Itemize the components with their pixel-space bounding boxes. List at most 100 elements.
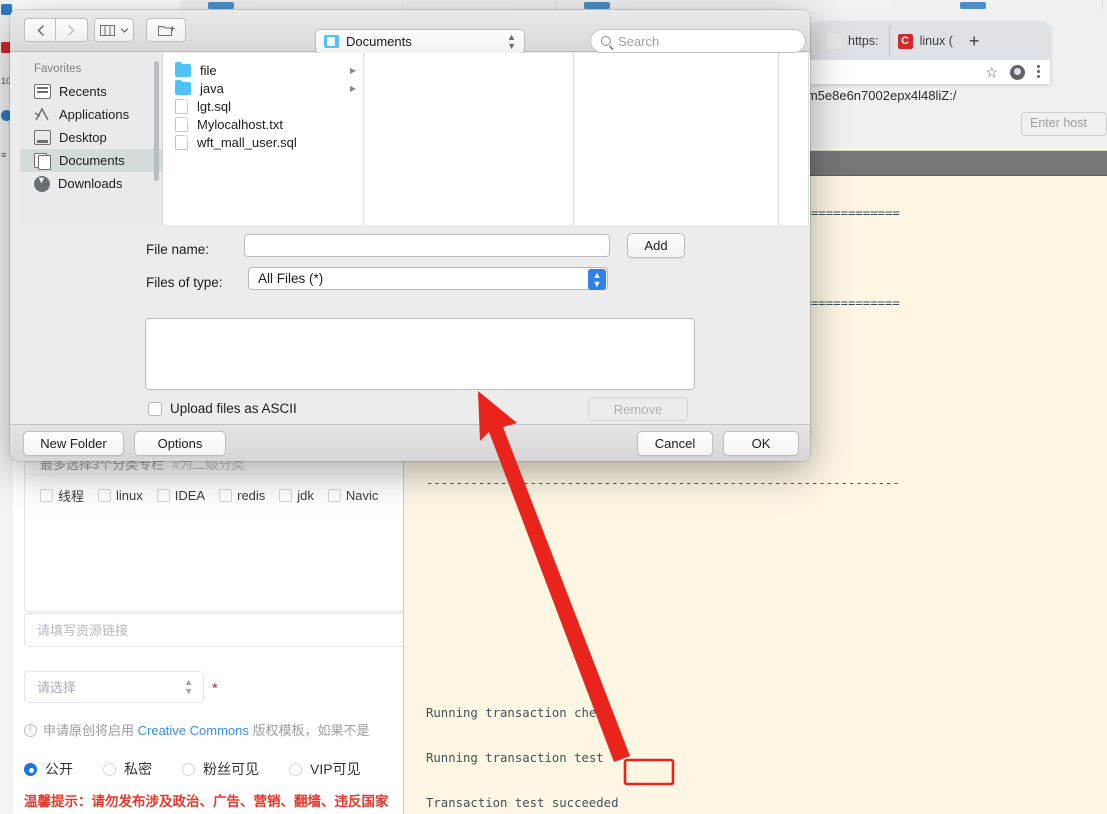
files-of-type-label: Files of type: — [146, 275, 223, 290]
file-column-2[interactable] — [364, 53, 574, 225]
visibility-option-public[interactable]: 公开 — [24, 759, 73, 779]
browser-tab-1[interactable]: C linux ( — [888, 26, 961, 56]
visibility-option-private[interactable]: 私密 — [103, 759, 152, 779]
creative-commons-notice: 申请原创将启用 Creative Commons 版权模板，如果不是 — [24, 720, 370, 739]
checkbox-icon[interactable] — [40, 489, 53, 502]
sidebar-item-documents[interactable]: Documents — [20, 149, 162, 172]
search-input[interactable]: Search — [590, 29, 806, 53]
visibility-option-vip[interactable]: VIP可见 — [289, 759, 361, 779]
tag-label: linux — [116, 488, 143, 503]
stepper-icon[interactable]: ▲ ▼ — [184, 678, 193, 696]
radio-icon[interactable] — [289, 762, 302, 776]
cc-suffix: 版权模板，如果不是 — [248, 723, 370, 738]
chevron-right-icon — [68, 24, 75, 36]
add-button[interactable]: Add — [627, 233, 685, 258]
file-row[interactable]: java ▶ — [163, 79, 363, 97]
checkbox-icon[interactable] — [148, 401, 162, 416]
browser-tab-label: https: — [848, 34, 879, 48]
file-row[interactable]: Mylocalhost.txt — [163, 115, 363, 133]
files-of-type-select[interactable]: All Files (*) ▲ ▼ — [248, 267, 608, 290]
tag-checkbox-5[interactable]: Navic — [327, 488, 378, 503]
file-icon — [175, 98, 188, 114]
file-name: java — [200, 80, 224, 96]
cc-prefix: 申请原创将启用 — [43, 723, 138, 738]
radio-icon-selected[interactable] — [24, 762, 37, 776]
tag-checkbox-1[interactable]: linux — [98, 488, 143, 503]
resource-link-input[interactable]: 请填写资源链接 — [24, 613, 420, 647]
new-folder-button[interactable]: New Folder — [23, 431, 124, 456]
checkbox-icon[interactable] — [327, 489, 341, 502]
file-column-1: file ▶ java ▶ lgt.sql Mylocalhost.txt wf… — [163, 53, 364, 225]
file-row[interactable]: file ▶ — [163, 61, 363, 79]
file-row[interactable]: lgt.sql — [163, 97, 363, 115]
upload-ascii-checkbox[interactable]: Upload files as ASCII — [148, 401, 297, 416]
ok-button[interactable]: OK — [723, 431, 799, 456]
tag-checkbox-0[interactable]: 线程 — [40, 486, 84, 505]
sidebar-item-desktop[interactable]: Desktop — [20, 126, 162, 149]
cloud-share-icon — [826, 33, 841, 49]
dialog-footer: New Folder Options Cancel OK — [10, 424, 810, 461]
documents-icon — [34, 153, 51, 170]
favorites-sidebar: Favorites Recents Applications Desktop D… — [20, 53, 163, 225]
file-column-4[interactable] — [779, 53, 809, 225]
cc-link[interactable]: Creative Commons — [138, 723, 249, 738]
options-button[interactable]: Options — [134, 431, 226, 456]
file-icon — [175, 134, 188, 150]
files-of-type-value: All Files (*) — [258, 271, 324, 286]
stepper-icon[interactable]: ▲ ▼ — [507, 32, 516, 51]
visibility-option-fans[interactable]: 粉丝可见 — [182, 759, 259, 779]
radio-label: 私密 — [124, 761, 152, 777]
radio-icon[interactable] — [103, 762, 116, 776]
tag-checkbox-2[interactable]: IDEA — [156, 488, 205, 503]
back-button[interactable] — [24, 18, 56, 42]
file-row[interactable]: wft_mall_user.sql — [163, 133, 363, 151]
forward-button[interactable] — [56, 18, 88, 42]
stepper-icon[interactable]: ▲ ▼ — [588, 269, 606, 290]
sidebar-item-label: Downloads — [58, 176, 123, 191]
navigation-buttons — [24, 18, 88, 42]
kebab-menu-icon[interactable] — [1037, 65, 1040, 79]
csdn-icon: C — [897, 33, 913, 49]
radio-label: 粉丝可见 — [203, 761, 259, 777]
category-select[interactable]: 请选择 ▲ ▼ — [24, 671, 204, 703]
browser-tab-label: linux ( — [919, 34, 953, 48]
recents-icon — [34, 84, 51, 99]
terminal-line: Transaction test succeeded — [426, 796, 619, 810]
path-popup-label: Documents — [346, 34, 412, 49]
radio-label: VIP可见 — [310, 761, 361, 777]
files-to-send-list[interactable] — [145, 318, 695, 390]
browser-tab-0[interactable]: https: — [818, 26, 887, 56]
file-name-input[interactable] — [244, 234, 610, 257]
sidebar-scrollbar[interactable] — [154, 61, 159, 181]
sidebar-item-label: Applications — [59, 107, 130, 122]
checkbox-icon[interactable] — [279, 489, 293, 502]
tag-checkbox-3[interactable]: redis — [219, 488, 265, 503]
new-tab-icon[interactable]: + — [963, 31, 980, 52]
star-icon[interactable]: ☆ — [985, 64, 998, 81]
new-folder-toolbar-button[interactable] — [146, 18, 186, 42]
screen: 最多选择3个分类专栏 #为二级分类 线程 linux IDEA redis jdk… — [0, 0, 1107, 814]
chevron-right-icon: ▶ — [349, 83, 356, 93]
host-input[interactable]: Enter host — [1021, 112, 1107, 136]
checkbox-icon[interactable] — [219, 489, 233, 502]
checkbox-icon[interactable] — [98, 489, 112, 502]
sidebar-item-recents[interactable]: Recents — [20, 80, 162, 103]
file-column-3[interactable] — [574, 53, 779, 225]
remove-button[interactable]: Remove — [588, 397, 688, 421]
new-folder-icon — [157, 25, 175, 36]
radio-icon[interactable] — [182, 762, 195, 776]
checkbox-icon[interactable] — [156, 489, 170, 502]
sidebar-item-downloads[interactable]: Downloads — [20, 172, 162, 195]
desktop-icon — [34, 130, 51, 145]
tag-checkbox-row: 线程 linux IDEA redis jdk Navic — [40, 486, 378, 505]
view-mode-button[interactable] — [94, 18, 134, 42]
sidebar-item-applications[interactable]: Applications — [20, 103, 162, 126]
folder-icon — [175, 79, 191, 95]
tag-checkbox-4[interactable]: jdk — [279, 488, 314, 503]
file-name: file — [200, 62, 217, 78]
cancel-button[interactable]: Cancel — [637, 431, 713, 456]
file-browser: Favorites Recents Applications Desktop D… — [20, 53, 810, 225]
avatar-icon[interactable] — [1010, 64, 1025, 80]
info-icon — [24, 724, 37, 737]
path-popup-button[interactable]: Documents ▲ ▼ — [315, 29, 525, 54]
